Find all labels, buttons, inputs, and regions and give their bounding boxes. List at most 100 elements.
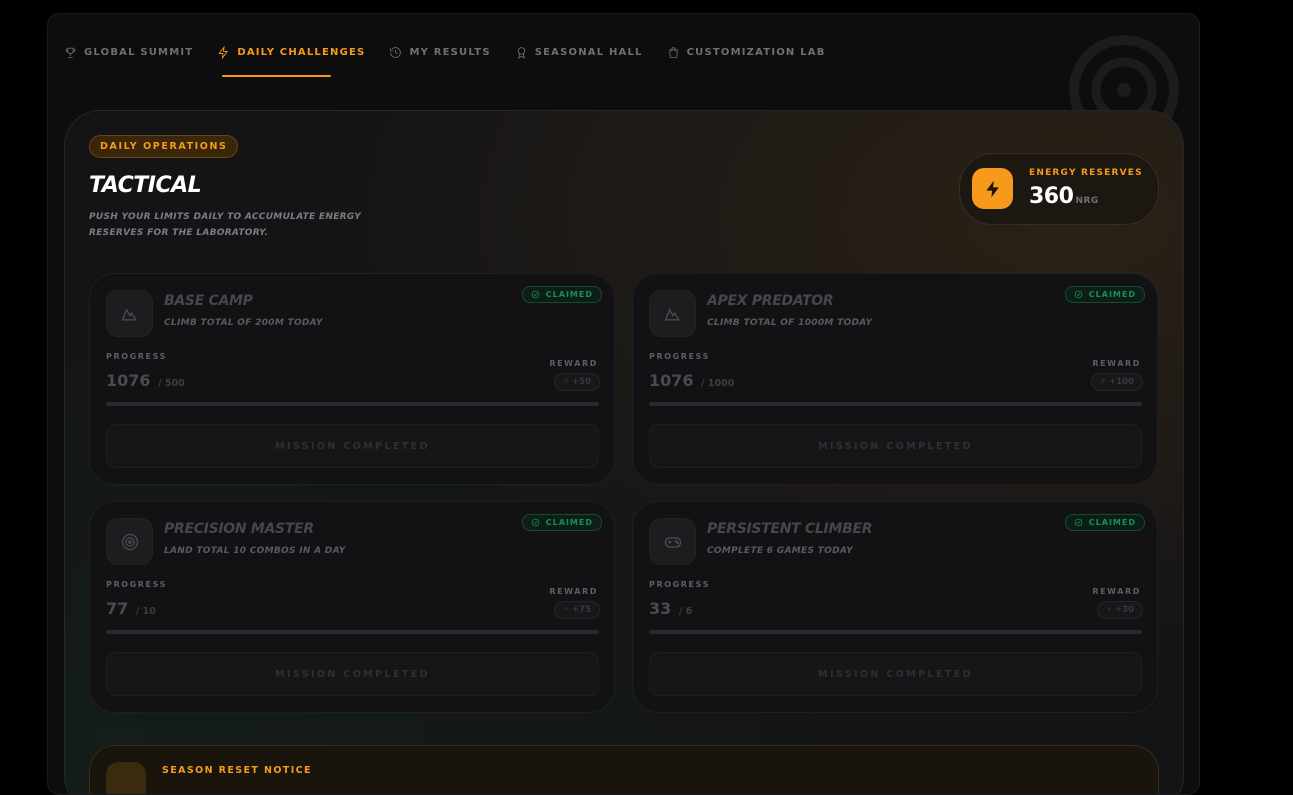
progress-label: PROGRESS <box>649 580 710 589</box>
notice-icon <box>106 762 146 794</box>
lightning-icon: ⚡ <box>1106 605 1113 615</box>
progress-current: 33 <box>649 599 672 618</box>
reward-value: +50 <box>572 377 591 387</box>
tab-label: DAILY CHALLENGES <box>237 47 366 58</box>
progress-label: PROGRESS <box>649 352 710 361</box>
progress-bar-fill <box>106 630 599 634</box>
progress-bar-fill <box>649 402 1142 406</box>
challenges-board: DAILY OPERATIONS TACTICAL PUSH YOUR LIMI… <box>64 110 1184 794</box>
reward-chip: ⚡ +100 <box>1091 373 1143 391</box>
mission-completed-button[interactable]: MISSION COMPLETED <box>106 424 599 468</box>
progress-bar-fill <box>649 630 1142 634</box>
reward-label: REWARD <box>1092 359 1141 368</box>
target-icon <box>106 518 153 565</box>
claimed-badge: CLAIMED <box>1064 286 1145 303</box>
progress-value: 77 / 10 <box>106 599 156 618</box>
main-panel: GLOBAL SUMMIT DAILY CHALLENGES MY RESULT… <box>47 13 1200 795</box>
history-icon <box>390 47 402 58</box>
claimed-label: CLAIMED <box>545 518 593 527</box>
card-description: CLIMB TOTAL OF 1000M TODAY <box>707 318 873 328</box>
check-circle-icon <box>1074 290 1083 299</box>
card-description: CLIMB TOTAL OF 200M TODAY <box>164 318 323 328</box>
season-reset-notice: SEASON RESET NOTICE <box>89 745 1159 794</box>
energy-value: 360 NRG <box>1029 184 1099 209</box>
progress-bar <box>106 630 599 634</box>
section-badge: DAILY OPERATIONS <box>89 135 239 158</box>
progress-bar-fill <box>106 402 599 406</box>
progress-total: / 1000 <box>701 378 735 389</box>
card-title: BASE CAMP <box>164 293 253 309</box>
claimed-label: CLAIMED <box>545 290 593 299</box>
progress-total: / 10 <box>135 606 156 617</box>
top-nav: GLOBAL SUMMIT DAILY CHALLENGES MY RESULT… <box>64 46 850 59</box>
reward-value: +75 <box>572 605 591 615</box>
progress-bar <box>649 402 1142 406</box>
tab-customization-lab[interactable]: CUSTOMIZATION LAB <box>667 46 826 59</box>
award-icon <box>517 47 525 59</box>
energy-amount: 360 <box>1029 184 1074 209</box>
tab-daily-challenges[interactable]: DAILY CHALLENGES <box>217 46 365 59</box>
progress-value: 1076 / 1000 <box>649 371 734 390</box>
lightning-icon <box>218 46 229 59</box>
reward-value: +30 <box>1115 605 1134 615</box>
progress-bar <box>106 402 599 406</box>
progress-current: 77 <box>106 599 129 618</box>
mission-completed-button[interactable]: MISSION COMPLETED <box>649 424 1142 468</box>
card-title: PRECISION MASTER <box>164 521 314 537</box>
reward-chip: ⚡ +50 <box>554 373 600 391</box>
tab-global-summit[interactable]: GLOBAL SUMMIT <box>64 46 193 59</box>
progress-total: / 6 <box>678 606 693 617</box>
tab-seasonal-hall[interactable]: SEASONAL HALL <box>515 46 643 59</box>
progress-value: 33 / 6 <box>649 599 692 618</box>
lightning-icon: ⚡ <box>563 377 570 387</box>
reward-value: +100 <box>1109 377 1134 387</box>
claimed-badge: CLAIMED <box>521 286 602 303</box>
tab-label: MY RESULTS <box>409 47 491 58</box>
claimed-label: CLAIMED <box>1088 518 1136 527</box>
mission-completed-button[interactable]: MISSION COMPLETED <box>106 652 599 696</box>
reward-label: REWARD <box>1092 587 1141 596</box>
energy-reserves-widget: ENERGY RESERVES 360 NRG <box>959 153 1159 225</box>
tab-label: GLOBAL SUMMIT <box>84 47 194 58</box>
reward-label: REWARD <box>549 587 598 596</box>
tab-label: SEASONAL HALL <box>534 47 643 58</box>
trophy-icon <box>65 47 76 58</box>
card-title: PERSISTENT CLIMBER <box>707 521 873 537</box>
claimed-label: CLAIMED <box>1088 290 1136 299</box>
energy-unit: NRG <box>1075 196 1099 206</box>
progress-current: 1076 <box>106 371 151 390</box>
progress-current: 1076 <box>649 371 694 390</box>
progress-label: PROGRESS <box>106 580 167 589</box>
page-subtitle: PUSH YOUR LIMITS DAILY TO ACCUMULATE ENE… <box>89 212 362 238</box>
progress-value: 1076 / 500 <box>106 371 185 390</box>
card-description: LAND TOTAL 10 COMBOS IN A DAY <box>164 546 346 556</box>
shopping-bag-icon <box>668 47 678 58</box>
tab-label: CUSTOMIZATION LAB <box>686 47 826 58</box>
lightning-icon <box>972 168 1013 209</box>
mission-completed-button[interactable]: MISSION COMPLETED <box>649 652 1142 696</box>
check-circle-icon <box>1074 518 1083 527</box>
progress-bar <box>649 630 1142 634</box>
tab-my-results[interactable]: MY RESULTS <box>389 46 490 59</box>
challenge-card-apex-predator: APEX PREDATOR CLIMB TOTAL OF 1000M TODAY… <box>632 273 1158 485</box>
lightning-icon: ⚡ <box>1100 377 1107 387</box>
reward-label: REWARD <box>549 359 598 368</box>
claimed-badge: CLAIMED <box>521 514 602 531</box>
card-title: APEX PREDATOR <box>707 293 834 309</box>
card-description: COMPLETE 6 GAMES TODAY <box>707 546 853 556</box>
page-title: TACTICAL <box>89 173 202 198</box>
reward-chip: ⚡ +75 <box>554 601 600 619</box>
reward-chip: ⚡ +30 <box>1097 601 1143 619</box>
energy-label: ENERGY RESERVES <box>1029 168 1143 178</box>
lightning-icon: ⚡ <box>563 605 570 615</box>
progress-total: / 500 <box>158 378 185 389</box>
mountain-icon <box>649 290 696 337</box>
mountain-icon <box>106 290 153 337</box>
active-tab-indicator <box>222 75 331 77</box>
gamepad-icon <box>649 518 696 565</box>
claimed-badge: CLAIMED <box>1064 514 1145 531</box>
challenge-card-persistent-climber: PERSISTENT CLIMBER COMPLETE 6 GAMES TODA… <box>632 501 1158 713</box>
challenge-card-precision-master: PRECISION MASTER LAND TOTAL 10 COMBOS IN… <box>89 501 615 713</box>
check-circle-icon <box>531 290 540 299</box>
check-circle-icon <box>531 518 540 527</box>
